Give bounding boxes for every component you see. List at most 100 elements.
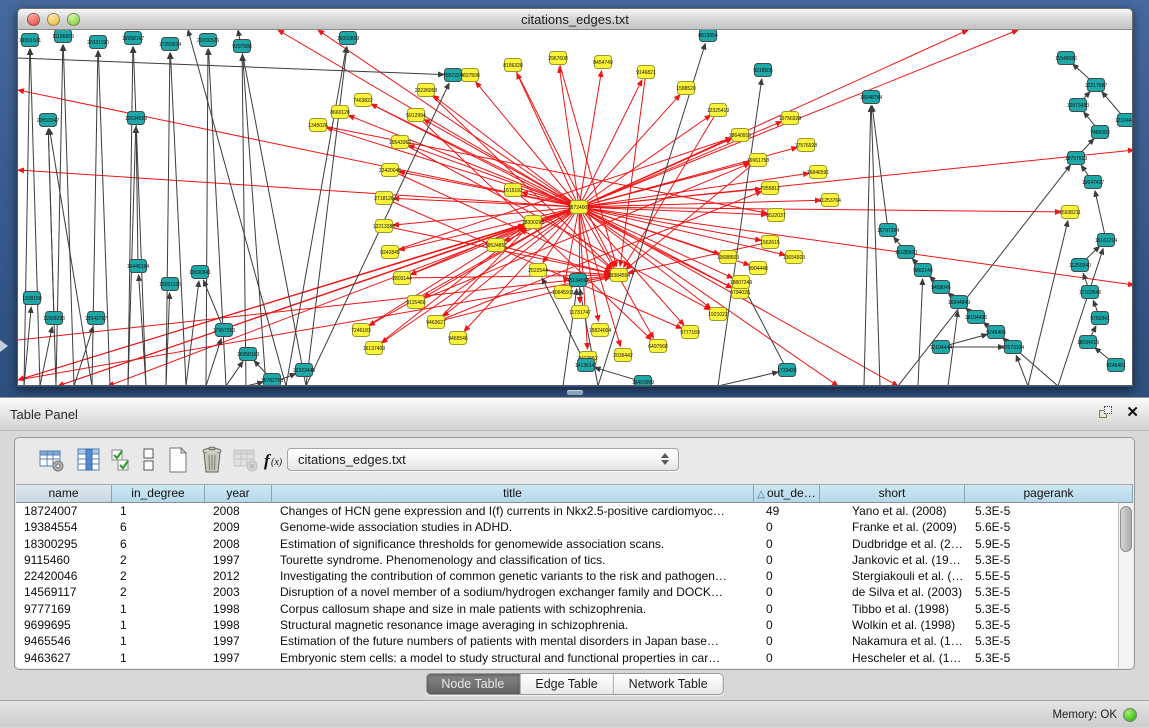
table-cell[interactable]: 9699695 xyxy=(16,617,112,633)
graph-node[interactable]: 10645911 xyxy=(552,286,574,299)
graph-node[interactable]: 16137409 xyxy=(363,342,385,355)
table-select-dropdown[interactable]: citations_edges.txt xyxy=(287,448,679,471)
graph-node[interactable]: 9218506 xyxy=(753,64,773,77)
table-cell[interactable]: 5.3E-5 xyxy=(965,617,1133,633)
graph-node[interactable]: 16846591 xyxy=(807,166,829,179)
graph-node[interactable]: 8454749 xyxy=(593,56,613,69)
table-cell[interactable]: 6 xyxy=(112,519,205,535)
table-cell[interactable]: 5.3E-5 xyxy=(965,633,1133,649)
graph-node[interactable]: 16844849 xyxy=(948,296,970,309)
window-titlebar[interactable]: citations_edges.txt xyxy=(17,8,1133,30)
table-cell[interactable]: Estimation of significance thresholds fo… xyxy=(272,536,754,552)
table-cell[interactable]: Estimation of the future numbers of pati… xyxy=(272,633,754,649)
graph-node[interactable]: 9463627 xyxy=(426,316,446,329)
graph-node[interactable]: 15134591 xyxy=(567,274,589,287)
graph-node[interactable]: 12104444 xyxy=(930,341,952,354)
graph-node[interactable]: 16161214 xyxy=(1095,234,1117,247)
graph-node[interactable]: 16782753 xyxy=(261,374,283,387)
table-cell[interactable]: de Silva et al. (2003) xyxy=(820,584,965,600)
graph-node[interactable]: 18300295 xyxy=(522,216,544,229)
table-cell[interactable]: 19384554 xyxy=(16,519,112,535)
graph-node[interactable]: 16961758 xyxy=(747,154,769,167)
graph-node[interactable]: 7485083 xyxy=(1090,126,1110,139)
column-header-title[interactable]: title xyxy=(272,485,754,502)
graph-node[interactable]: 10590841 xyxy=(189,266,211,279)
graph-node[interactable]: 9862140 xyxy=(913,264,933,277)
table-cell[interactable]: 18724007 xyxy=(16,503,112,519)
table-cell[interactable]: 1997 xyxy=(205,552,272,568)
table-cell[interactable]: 1 xyxy=(112,633,205,649)
graph-node[interactable]: 9245406 xyxy=(986,326,1006,339)
graph-node[interactable]: 11548086 xyxy=(1055,52,1077,65)
table-cell[interactable]: Corpus callosum shape and size in male p… xyxy=(272,601,754,617)
close-window-button[interactable] xyxy=(27,13,40,26)
graph-node[interactable]: 10973493 xyxy=(1067,99,1089,112)
graph-node[interactable]: 11731747 xyxy=(569,306,591,319)
table-cell[interactable]: Investigating the contribution of common… xyxy=(272,568,754,584)
table-cell[interactable]: 0 xyxy=(754,584,820,600)
table-cell[interactable]: 1997 xyxy=(205,633,272,649)
graph-node[interactable]: 9245401 xyxy=(1106,359,1126,372)
graph-node[interactable]: 16648784 xyxy=(860,91,882,104)
graph-node[interactable]: 11156829 xyxy=(52,30,74,43)
table-cell[interactable]: 2012 xyxy=(205,568,272,584)
graph-node[interactable]: 8813054 xyxy=(698,30,718,42)
graph-node[interactable]: 8522037 xyxy=(766,209,786,222)
table-cell[interactable]: 1 xyxy=(112,503,205,519)
table-row[interactable]: 946554611997Estimation of the future num… xyxy=(16,633,1133,649)
graph-node[interactable]: 9146821 xyxy=(636,66,656,79)
graph-node[interactable]: 7955812 xyxy=(760,182,780,195)
table-cell[interactable]: Tourette syndrome. Phenomenology and cla… xyxy=(272,552,754,568)
column-header-year[interactable]: year xyxy=(205,485,272,502)
graph-node[interactable]: 15938211 xyxy=(1059,206,1081,219)
zoom-window-button[interactable] xyxy=(67,13,80,26)
graph-node[interactable]: 16958163 xyxy=(237,348,259,361)
table-cell[interactable]: 2008 xyxy=(205,503,272,519)
table-settings-icon[interactable] xyxy=(37,445,67,475)
graph-node[interactable]: 7857224 xyxy=(443,69,463,82)
table-row[interactable]: 946362711997Embryonic stem cells: a mode… xyxy=(16,650,1133,666)
network-canvas[interactable]: 1872400723226058982750881863282967608845… xyxy=(17,30,1133,386)
table-cell[interactable]: 1998 xyxy=(205,617,272,633)
scrollbar-thumb[interactable] xyxy=(1120,506,1132,552)
table-cell[interactable]: Dudbridge et al. (2008) xyxy=(820,536,965,552)
close-panel-icon[interactable]: ✕ xyxy=(1126,406,1139,420)
column-header-in-degree[interactable]: in_degree xyxy=(112,485,205,502)
graph-node[interactable]: 1345026 xyxy=(308,119,328,132)
table-cell[interactable]: 2008 xyxy=(205,536,272,552)
table-row[interactable]: 2242004622012Investigating the contribut… xyxy=(16,568,1133,584)
table-cell[interactable]: 0 xyxy=(754,601,820,617)
table-cell[interactable]: 0 xyxy=(754,552,820,568)
column-header-short[interactable]: short xyxy=(820,485,965,502)
graph-node[interactable]: 18154496 xyxy=(965,311,987,324)
graph-node[interactable]: 15824004 xyxy=(589,324,611,337)
graph-node[interactable]: 16543362 xyxy=(389,136,411,149)
table-cell[interactable]: 2 xyxy=(112,552,205,568)
graph-node[interactable]: 13942757 xyxy=(85,312,107,325)
float-panel-icon[interactable] xyxy=(1099,406,1113,420)
graph-node[interactable]: 6497568 xyxy=(648,340,668,353)
graph-node[interactable]: 2036442 xyxy=(613,349,633,362)
graph-node[interactable]: 12104441 xyxy=(1115,114,1133,127)
graph-node[interactable]: 16958167 xyxy=(122,32,144,45)
minimize-window-button[interactable] xyxy=(47,13,60,26)
tab-node-table[interactable]: Node Table xyxy=(426,674,520,694)
graph-node[interactable]: 18094016 xyxy=(1077,336,1099,349)
table-cell[interactable]: Jankovic et al. (1997) xyxy=(820,552,965,568)
graph-node[interactable]: 12323445 xyxy=(293,364,315,377)
graph-node[interactable]: 9750341 xyxy=(1090,312,1110,325)
graph-node[interactable]: 14136141 xyxy=(575,359,597,372)
table-cell[interactable]: 2009 xyxy=(205,519,272,535)
table-cell[interactable]: 2 xyxy=(112,584,205,600)
graph-node[interactable]: 7463822 xyxy=(353,94,373,107)
graph-node[interactable]: 1615192 xyxy=(503,184,523,197)
table-cell[interactable]: 1 xyxy=(112,650,205,666)
graph-node[interactable]: 17673104 xyxy=(1002,341,1024,354)
table-cell[interactable]: 5.3E-5 xyxy=(965,650,1133,666)
table-cell[interactable]: 5.5E-5 xyxy=(965,568,1133,584)
graph-node[interactable]: 5912994 xyxy=(406,109,426,122)
graph-node[interactable]: 2967608 xyxy=(548,52,568,65)
table-cell[interactable]: 5.3E-5 xyxy=(965,584,1133,600)
memory-status-indicator[interactable] xyxy=(1123,708,1137,722)
table-cell[interactable]: 2003 xyxy=(205,584,272,600)
